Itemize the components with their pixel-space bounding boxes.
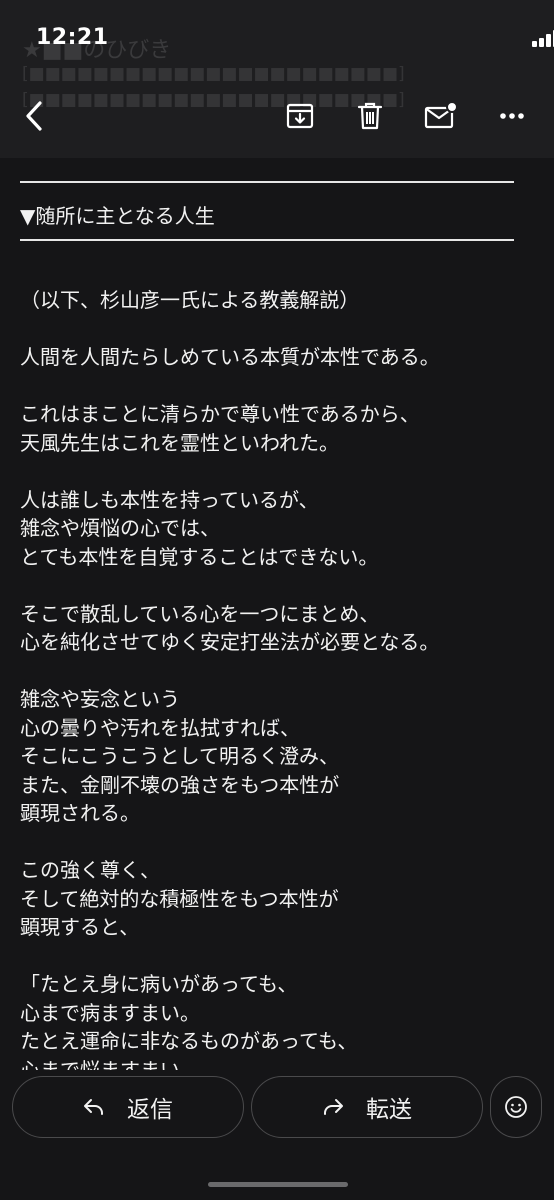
more-icon (500, 113, 524, 119)
more-button[interactable] (492, 96, 532, 136)
email-body[interactable]: ▼随所に主となる人生 （以下、杉山彦一氏による教義解説） 人間を人間たらしめてい… (0, 158, 554, 1070)
divider-top (20, 181, 514, 183)
archive-icon (286, 103, 314, 129)
signal-icon (532, 29, 554, 47)
home-indicator[interactable] (208, 1182, 348, 1187)
status-time: 12:21 (36, 25, 109, 50)
email-body-text: （以下、杉山彦一氏による教義解説） 人間を人間たらしめている本質が本性である。 … (20, 288, 440, 1070)
archive-button[interactable] (280, 96, 320, 136)
background-line-1: [■■■■■■■■■■■■■■■■■■■■■■■] (22, 64, 405, 84)
trash-icon (357, 102, 383, 130)
mark-unread-button[interactable] (421, 96, 461, 136)
reply-button[interactable]: 返信 (12, 1076, 244, 1138)
back-button[interactable] (14, 96, 54, 136)
forward-label: 転送 (366, 1097, 412, 1123)
delete-button[interactable] (350, 96, 390, 136)
forward-button[interactable]: 転送 (251, 1076, 483, 1138)
background-line-2: [■■■■■■■■■■■■■■■■■■■■■■■] (22, 90, 405, 110)
top-toolbar: ★■■のひびき [■■■■■■■■■■■■■■■■■■■■■■■] [■■■■■… (0, 0, 554, 158)
reply-label: 返信 (127, 1097, 173, 1123)
forward-arrow-icon (324, 1099, 343, 1115)
reply-arrow-icon (84, 1099, 103, 1115)
section-heading: ▼随所に主となる人生 (20, 204, 215, 228)
back-chevron-icon (26, 101, 42, 131)
divider-bottom (20, 239, 514, 241)
mail-unread-icon (424, 101, 458, 129)
bottom-action-bar: 返信 転送 (0, 1070, 554, 1200)
smiley-icon (505, 1096, 527, 1118)
emoji-reaction-button[interactable] (490, 1076, 542, 1138)
